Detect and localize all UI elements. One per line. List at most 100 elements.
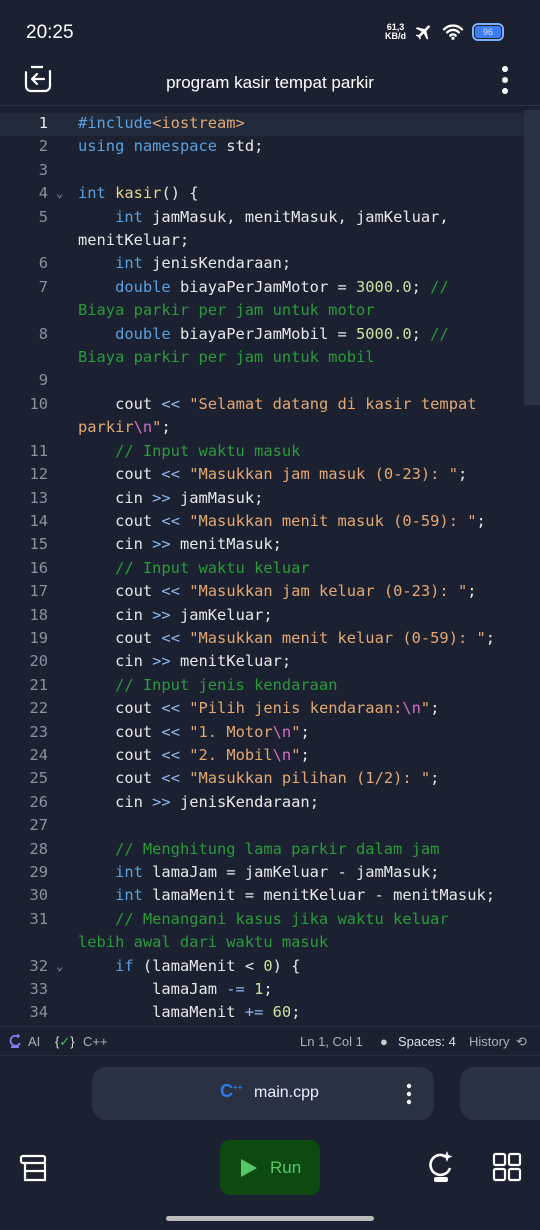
status-bar: 20:25 61,3 KB/d 96 [0,0,540,62]
code-lines: 1 #include<iostream> 2 using namespace std;… [0,112,504,1025]
token: // Input jenis kendaraan [115,675,338,694]
code-text: int jenisKendaraan; [78,252,504,275]
code-line[interactable]: 17 cout << "Masukkan jam keluar (0-23): … [0,580,504,603]
token: int [115,886,143,905]
code-text: cin >> jenisKendaraan; [78,791,504,814]
grid-menu-icon[interactable] [492,1152,522,1182]
code-text: // Input waktu keluar [78,557,504,580]
code-line[interactable]: 29 int lamaJam = jamKeluar - jamMasuk; [0,861,504,884]
language-label[interactable]: C++ [83,1034,108,1049]
token: "Masukkan menit keluar (0-59): " [189,628,486,647]
editor-status-line: AI {✓} C++ Ln 1, Col 1 ● Spaces: 4 Histo… [0,1026,540,1056]
code-line[interactable]: 16 // Input waktu keluar [0,557,504,580]
app-header: program kasir tempat parkir [0,60,540,106]
code-text: cout << "Masukkan jam keluar (0-23): "; [78,580,504,603]
ai-assistant-icon[interactable] [8,1033,22,1049]
code-line[interactable]: 2 using namespace std; [0,135,504,158]
code-line[interactable]: 23 cout << "1. Motor\n"; [0,721,504,744]
code-line[interactable]: 18 cin >> jamKeluar; [0,604,504,627]
line-number: 19 [29,628,48,647]
layers-icon[interactable] [19,1154,47,1182]
code-line[interactable]: 20 cin >> menitKeluar; [0,650,504,673]
fold-gutter [48,580,78,603]
token: "Pilih jenis kendaraan: [189,699,403,718]
line-number: 15 [29,535,48,554]
code-text: cout << "Masukkan menit masuk (0-59): "; [78,510,504,533]
code-editor[interactable]: 1 #include<iostream> 2 using namespace std;… [0,110,540,1025]
ai-assist-icon[interactable] [426,1150,456,1184]
net-speed-unit: KB/d [385,31,406,41]
indent-setting[interactable]: Spaces: 4 [398,1034,456,1049]
line-number: 5 [38,207,48,226]
file-tab-secondary[interactable] [460,1067,540,1120]
code-line[interactable]: 31 // Menangani kasus jika waktu keluar … [0,908,504,955]
token: "Masukkan menit masuk (0-59): " [189,511,477,530]
code-text: cout << "1. Motor\n"; [78,721,504,744]
code-line[interactable]: 11 // Input waktu masuk [0,440,504,463]
editor-scrollbar[interactable] [524,110,540,405]
code-line[interactable]: 13 cin >> jamMasuk; [0,487,504,510]
line-number: 10 [29,394,48,413]
code-line[interactable]: 15 cin >> menitMasuk; [0,533,504,556]
cursor-position[interactable]: Ln 1, Col 1 [300,1034,363,1049]
run-button[interactable]: Run [220,1140,320,1195]
fold-gutter [48,978,78,1001]
fold-gutter [48,627,78,650]
code-line[interactable]: 7 double biayaPerJamMotor = 3000.0; // B… [0,276,504,323]
line-number: 14 [29,511,48,530]
token: // Input waktu masuk [115,441,301,460]
code-line[interactable]: 3​ [0,159,504,182]
code-line[interactable]: 4 ⌄ int kasir() { [0,182,504,205]
code-line[interactable]: 24 cout << "2. Mobil\n"; [0,744,504,767]
code-line[interactable]: 10 cout << "Selamat datang di kasir temp… [0,393,504,440]
code-line[interactable]: 1 #include<iostream> [0,112,504,135]
code-line[interactable]: 25 cout << "Masukkan pilihan (1/2): "; [0,767,504,790]
token: int [78,184,106,203]
file-tab[interactable]: C++ main.cpp [92,1067,434,1120]
code-line[interactable]: 12 cout << "Masukkan jam masuk (0-23): "… [0,463,504,486]
code-line[interactable]: 14 cout << "Masukkan menit masuk (0-59):… [0,510,504,533]
fold-gutter [48,650,78,673]
token: kasir [115,184,162,203]
battery-level: 96 [475,26,501,38]
code-line[interactable]: 22 cout << "Pilih jenis kendaraan:\n"; [0,697,504,720]
line-number: 29 [29,863,48,881]
code-line[interactable]: 30 int lamaMenit = menitKeluar - menitMa… [0,884,504,907]
ai-label[interactable]: AI [28,1034,40,1049]
code-line[interactable]: 33 lamaJam -= 1; [0,978,504,1001]
fold-gutter [48,159,78,182]
code-line[interactable]: 6 int jenisKendaraan; [0,252,504,275]
token: cin [78,792,153,811]
code-line[interactable]: 9​ [0,369,504,392]
code-text: ​ [78,369,504,392]
line-number: 1 [38,114,48,132]
fold-gutter [48,721,78,744]
token: " [420,699,431,718]
code-text: lamaMenit += 60; [78,1001,504,1024]
code-line[interactable]: 26 cin >> jenisKendaraan; [0,791,504,814]
code-line[interactable]: 19 cout << "Masukkan menit keluar (0-59)… [0,627,504,650]
history-icon[interactable]: ⟲ [516,1034,527,1050]
token: ; [411,277,431,296]
code-line[interactable]: 8 double biayaPerJamMobil = 5000.0; // B… [0,323,504,370]
fold-chevron-icon[interactable]: ⌄ [48,182,78,205]
more-options-icon[interactable] [500,65,510,95]
code-line[interactable]: 34 lamaMenit += 60; [0,1001,504,1024]
code-line[interactable]: 5 int jamMasuk, menitMasuk, jamKeluar, m… [0,206,504,253]
line-number: 3 [38,160,48,179]
token: << [161,628,180,647]
code-line[interactable]: 32 ⌄ if (lamaMenit < 0) { [0,955,504,978]
code-line[interactable]: 27 ​ [0,814,504,837]
token: ; [467,582,477,601]
token: cout [78,511,162,530]
fold-chevron-icon[interactable]: ⌄ [48,955,78,978]
code-line[interactable]: 28 // Menghitung lama parkir dalam jam [0,838,504,861]
fold-gutter [48,369,78,392]
tab-options-icon[interactable] [406,1083,412,1105]
code-line[interactable]: 21 // Input jenis kendaraan [0,674,504,697]
home-indicator[interactable] [166,1216,374,1221]
history-button[interactable]: History [469,1034,509,1049]
